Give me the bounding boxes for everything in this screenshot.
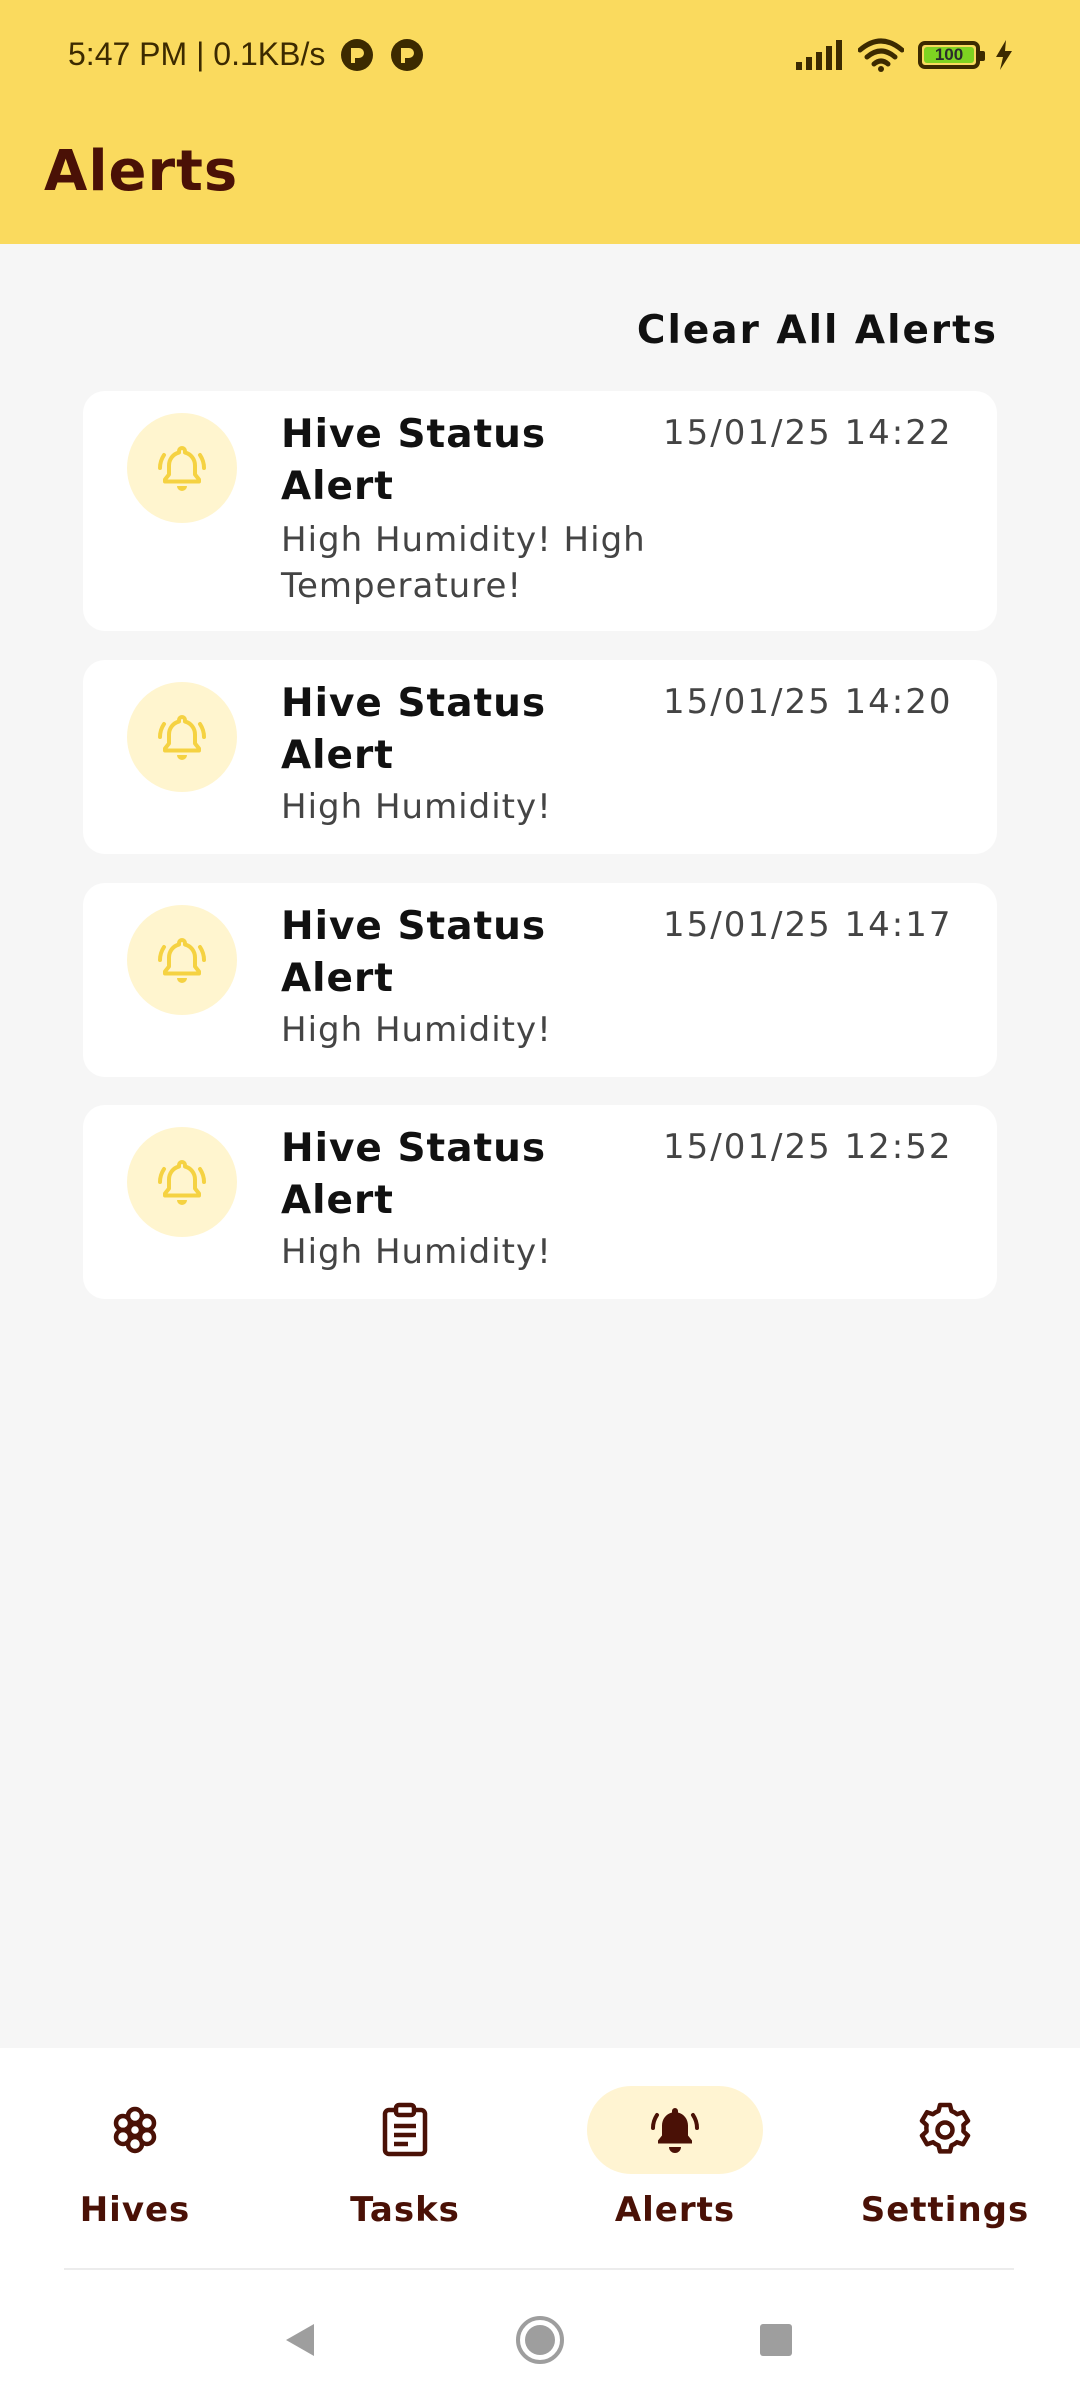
system-home-button[interactable]: [510, 2310, 570, 2370]
bell-icon: [158, 715, 206, 760]
alert-timestamp: 15/01/25 14:20: [663, 682, 953, 722]
clear-all-alerts-button[interactable]: Clear All Alerts: [637, 308, 998, 353]
bell-icon: [651, 2108, 699, 2153]
top-app-bar: 5:47 PM | 0.1KB/s 100 Alerts: [0, 0, 1080, 244]
bell-icon: [158, 1160, 206, 1205]
wifi-icon: [858, 38, 904, 72]
hive-flower-icon: [113, 2106, 157, 2154]
nav-label-hives: Hives: [79, 2190, 191, 2230]
status-bar: 5:47 PM | 0.1KB/s 100: [0, 0, 1080, 120]
recents-square-icon: [760, 2324, 792, 2356]
alert-card[interactable]: Hive Status Alert 15/01/25 14:17 High Hu…: [83, 883, 997, 1077]
bell-icon: [158, 446, 206, 491]
clipboard-icon: [382, 2102, 428, 2157]
alert-card[interactable]: Hive Status Alert 15/01/25 14:22 High Hu…: [83, 391, 997, 631]
alert-title: Hive Status Alert: [281, 412, 547, 509]
status-right: 100: [796, 38, 1014, 72]
alert-timestamp: 15/01/25 14:17: [663, 905, 953, 945]
alert-timestamp: 15/01/25 12:52: [663, 1127, 953, 1167]
nav-pill-tasks: [317, 2086, 493, 2174]
home-circle-icon: [516, 2316, 564, 2364]
system-navigation-bar: [0, 2270, 1080, 2400]
nav-item-settings[interactable]: Settings: [840, 2086, 1050, 2230]
system-back-button[interactable]: [270, 2310, 330, 2370]
status-left: 5:47 PM | 0.1KB/s: [68, 36, 425, 73]
alert-icon-badge: [127, 1127, 237, 1237]
app-notification-icon: [341, 38, 374, 71]
battery-indicator: 100: [918, 41, 985, 69]
nav-item-tasks[interactable]: Tasks: [300, 2086, 510, 2230]
alert-timestamp: 15/01/25 14:22: [663, 413, 953, 453]
alert-card[interactable]: Hive Status Alert 15/01/25 14:20 High Hu…: [83, 660, 997, 854]
signal-icon: [796, 40, 842, 70]
alert-icon-badge: [127, 682, 237, 792]
bell-icon: [158, 938, 206, 983]
page-title: Alerts: [44, 139, 239, 204]
alert-message: High Humidity! High Temperature!: [281, 520, 646, 606]
system-recents-button[interactable]: [746, 2310, 806, 2370]
bottom-navigation: Hives Tasks Alerts Settings: [0, 2048, 1080, 2270]
alert-card[interactable]: Hive Status Alert 15/01/25 12:52 High Hu…: [83, 1105, 997, 1299]
alert-icon-badge: [127, 413, 237, 523]
nav-item-hives[interactable]: Hives: [30, 2086, 240, 2230]
alert-title: Hive Status Alert: [281, 904, 547, 1001]
nav-pill-alerts-active: [587, 2086, 763, 2174]
nav-pill-hives: [47, 2086, 223, 2174]
gear-icon: [919, 2102, 971, 2154]
nav-item-alerts[interactable]: Alerts: [570, 2086, 780, 2230]
back-triangle-icon: [286, 2324, 314, 2356]
alert-title: Hive Status Alert: [281, 681, 547, 778]
nav-pill-settings: [857, 2086, 1033, 2174]
alert-icon-badge: [127, 905, 237, 1015]
alert-message: High Humidity!: [281, 787, 552, 827]
alert-title: Hive Status Alert: [281, 1126, 547, 1223]
nav-label-settings: Settings: [860, 2190, 1030, 2230]
nav-label-tasks: Tasks: [350, 2190, 460, 2230]
alert-message: High Humidity!: [281, 1010, 552, 1050]
app-notification-icon-2: [391, 38, 424, 71]
battery-level: 100: [934, 45, 964, 64]
nav-label-alerts: Alerts: [614, 2190, 736, 2230]
status-time-speed: 5:47 PM | 0.1KB/s: [68, 36, 326, 72]
charging-icon: [996, 40, 1012, 70]
alert-message: High Humidity!: [281, 1232, 552, 1272]
